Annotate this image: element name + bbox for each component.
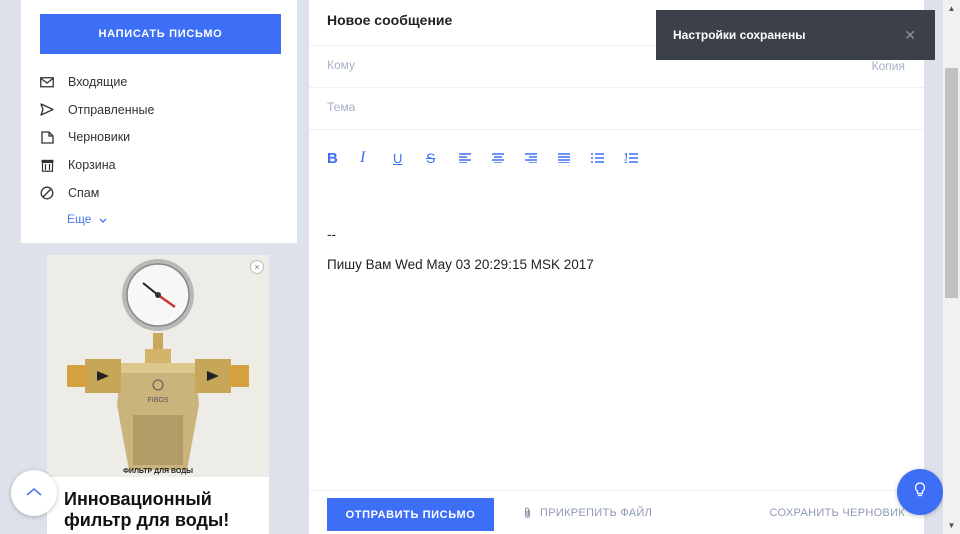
scrollbar-thumb[interactable] (945, 68, 958, 298)
paperclip-icon (523, 507, 532, 519)
send-button[interactable]: ОТПРАВИТЬ ПИСЬМО (327, 498, 494, 531)
folder-label: Черновики (68, 130, 131, 145)
inbox-icon (40, 75, 54, 89)
to-input[interactable] (327, 58, 847, 72)
page-scrollbar[interactable]: ▲ ▼ (943, 0, 960, 534)
signature-separator: -- (327, 227, 336, 242)
align-justify-icon[interactable] (558, 148, 591, 168)
chevron-up-icon (26, 484, 42, 502)
numbered-list-icon[interactable] (624, 148, 657, 168)
trash-icon (40, 158, 54, 172)
folder-label: Корзина (68, 158, 116, 173)
bulleted-list-icon[interactable] (591, 148, 624, 168)
folder-list: Входящие Отправленные Черновики Корзина … (40, 68, 280, 207)
lightbulb-icon (914, 481, 926, 503)
ad-image-brand: FIBOS (147, 397, 168, 404)
toast-text: Настройки сохранены (673, 28, 806, 42)
align-left-icon[interactable] (459, 148, 492, 168)
send-icon (40, 103, 54, 117)
more-folders-link[interactable]: Еще (67, 212, 107, 227)
save-draft-button[interactable]: СОХРАНИТЬ ЧЕРНОВИК (770, 507, 905, 519)
attach-label: ПРИКРЕПИТЬ ФАЙЛ (540, 507, 653, 519)
ad-banner[interactable]: FIBOS ФИЛЬТР ДЛЯ ВОДЫ × Инновационный фи… (47, 255, 269, 534)
compose-button[interactable]: НАПИСАТЬ ПИСЬМО (40, 14, 281, 54)
compose-title: Новое сообщение (327, 12, 453, 28)
folder-inbox[interactable]: Входящие (40, 68, 280, 96)
ad-image: FIBOS ФИЛЬТР ДЛЯ ВОДЫ (47, 255, 269, 477)
compose-panel: Новое сообщение Копия B I U S -- (309, 0, 924, 534)
close-icon: × (254, 262, 260, 272)
attach-file-button[interactable]: ПРИКРЕПИТЬ ФАЙЛ (523, 507, 652, 519)
scroll-down-arrow-icon[interactable]: ▼ (943, 517, 960, 534)
scroll-to-top-button[interactable] (11, 470, 57, 516)
more-label: Еще (67, 212, 92, 226)
divider (309, 129, 924, 130)
spam-icon (40, 186, 54, 200)
bold-icon[interactable]: B (327, 148, 360, 168)
cc-link[interactable]: Копия (872, 59, 905, 73)
toast-notification: Настройки сохранены ✕ (656, 10, 935, 60)
sidebar: НАПИСАТЬ ПИСЬМО Входящие Отправленные Че… (21, 0, 297, 243)
folder-trash[interactable]: Корзина (40, 151, 280, 179)
folder-label: Отправленные (68, 102, 155, 117)
toast-close-button[interactable]: ✕ (904, 27, 916, 44)
folder-spam[interactable]: Спам (40, 179, 280, 207)
align-right-icon[interactable] (525, 148, 558, 168)
compose-footer: ОТПРАВИТЬ ПИСЬМО ПРИКРЕПИТЬ ФАЙЛ СОХРАНИ… (309, 490, 924, 534)
close-icon: ✕ (904, 27, 916, 43)
folder-label: Спам (68, 186, 100, 201)
draft-icon (40, 130, 54, 144)
strikethrough-icon[interactable]: S (426, 148, 459, 168)
help-button[interactable] (897, 469, 943, 515)
underline-icon[interactable]: U (393, 148, 426, 168)
folder-drafts[interactable]: Черновики (40, 124, 280, 152)
formatting-toolbar: B I U S (327, 148, 657, 168)
signature-line: Пишу Вам Wed May 03 20:29:15 MSK 2017 (327, 257, 594, 272)
folder-sent[interactable]: Отправленные (40, 96, 280, 124)
chevron-down-icon (99, 213, 107, 227)
ad-close-button[interactable]: × (250, 260, 264, 274)
subject-input[interactable] (327, 100, 847, 114)
subject-field-row (309, 87, 924, 129)
italic-icon[interactable]: I (360, 148, 393, 168)
align-center-icon[interactable] (492, 148, 525, 168)
scroll-up-arrow-icon[interactable]: ▲ (943, 0, 960, 17)
folder-label: Входящие (68, 74, 128, 89)
message-body[interactable]: -- Пишу Вам Wed May 03 20:29:15 MSK 2017 (327, 220, 594, 280)
ad-title: Инновационный фильтр для воды! (64, 489, 230, 530)
ad-image-caption: ФИЛЬТР ДЛЯ ВОДЫ (123, 468, 193, 475)
